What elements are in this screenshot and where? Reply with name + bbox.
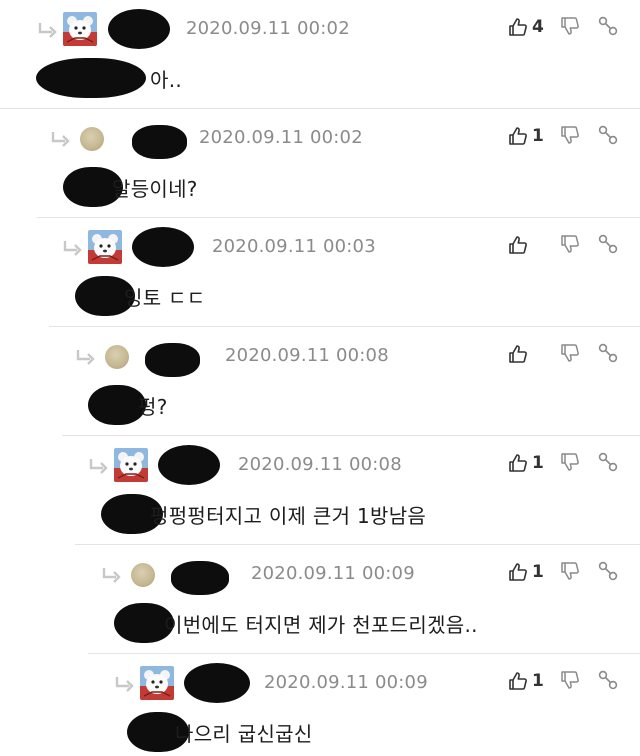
reply-arrow-icon (36, 22, 58, 40)
comment-actions: 1 (508, 123, 626, 153)
comment-timestamp: 2020.09.11 00:02 (199, 127, 363, 148)
share-link-icon[interactable] (597, 15, 619, 37)
comment-item: 2020.09.11 00:08 1 펑펑펑터지고 이제 큰거 1방남음 (0, 436, 640, 545)
reply-arrow-icon (87, 458, 109, 476)
like-button[interactable]: 1 (508, 668, 544, 694)
thumbs-up-icon (508, 17, 528, 37)
comment-text: 펑펑펑터지고 이제 큰거 1방남음 (150, 504, 427, 528)
like-button[interactable]: 1 (508, 559, 544, 585)
comment-thread: 2020.09.11 00:02 4 아.. 2020.09.11 00:02 … (0, 0, 640, 756)
comment-actions (508, 232, 626, 262)
comment-item: 2020.09.11 00:02 4 아.. (0, 0, 640, 109)
share-link-icon[interactable] (597, 233, 619, 255)
like-count: 1 (532, 453, 544, 473)
reply-arrow-icon (61, 240, 83, 258)
thumbs-down-icon[interactable] (560, 561, 580, 581)
like-button[interactable]: 1 (508, 450, 544, 476)
comment-timestamp: 2020.09.11 00:08 (238, 454, 402, 475)
bear-avatar-icon[interactable] (63, 12, 97, 46)
round-avatar-icon[interactable] (131, 563, 155, 587)
comment-text: 이번에도 터지면 제가 천포드리겠음.. (164, 613, 478, 637)
reply-arrow-icon (74, 349, 96, 367)
thumbs-down-icon[interactable] (560, 452, 580, 472)
comment-actions: 4 (508, 14, 626, 44)
comment-timestamp: 2020.09.11 00:08 (225, 345, 389, 366)
redacted-nickname (145, 343, 200, 377)
comment-timestamp: 2020.09.11 00:09 (264, 672, 428, 693)
redacted-nickname (132, 125, 187, 159)
redacted-mention (36, 58, 146, 98)
like-count: 4 (532, 17, 544, 37)
comment-timestamp: 2020.09.11 00:03 (212, 236, 376, 257)
share-link-icon[interactable] (597, 451, 619, 473)
comment-text: 아.. (150, 68, 183, 92)
thumbs-down-icon[interactable] (560, 125, 580, 145)
comment-item: 2020.09.11 00:08 펑? (0, 327, 640, 436)
bear-avatar-icon[interactable] (140, 666, 174, 700)
comment-item: 2020.09.11 00:09 1 나으리 굽신굽신 (0, 654, 640, 756)
like-button[interactable]: 4 (508, 14, 544, 40)
redacted-nickname (158, 445, 220, 485)
comment-timestamp: 2020.09.11 00:09 (251, 563, 415, 584)
reply-arrow-icon (113, 676, 135, 694)
reply-arrow-icon (49, 131, 71, 149)
comment-text: 알등이네? (112, 177, 198, 201)
comment-actions: 1 (508, 450, 626, 480)
share-link-icon[interactable] (597, 560, 619, 582)
thumbs-up-icon (508, 453, 528, 473)
thumbs-down-icon[interactable] (560, 343, 580, 363)
thumbs-down-icon[interactable] (560, 670, 580, 690)
round-avatar-icon[interactable] (105, 345, 129, 369)
redacted-nickname (132, 227, 194, 267)
like-count: 1 (532, 562, 544, 582)
like-count: 1 (532, 671, 544, 691)
thumbs-up-icon (508, 671, 528, 691)
comment-item: 2020.09.11 00:03 잉토 ㄷㄷ (0, 218, 640, 327)
comment-text: 펑? (138, 395, 168, 419)
comment-timestamp: 2020.09.11 00:02 (186, 18, 350, 39)
like-count: 1 (532, 126, 544, 146)
comment-text: 나으리 굽신굽신 (175, 722, 313, 746)
comment-actions: 1 (508, 559, 626, 589)
comment-text: 잉토 ㄷㄷ (124, 286, 206, 310)
thumbs-down-icon[interactable] (560, 16, 580, 36)
comment-actions (508, 341, 626, 371)
bear-avatar-icon[interactable] (114, 448, 148, 482)
like-button[interactable]: 1 (508, 123, 544, 149)
reply-arrow-icon (100, 567, 122, 585)
thumbs-down-icon[interactable] (560, 234, 580, 254)
share-link-icon[interactable] (597, 342, 619, 364)
thumbs-up-icon (508, 562, 528, 582)
redacted-nickname (184, 663, 250, 703)
share-link-icon[interactable] (597, 669, 619, 691)
thumbs-up-icon (508, 235, 528, 255)
redacted-nickname (171, 561, 229, 595)
comment-item: 2020.09.11 00:02 1 알등이네? (0, 109, 640, 218)
like-button[interactable] (508, 232, 532, 258)
comment-item: 2020.09.11 00:09 1 이번에도 터지면 제가 천포드리겠음.. (0, 545, 640, 654)
thumbs-up-icon (508, 126, 528, 146)
share-link-icon[interactable] (597, 124, 619, 146)
comment-actions: 1 (508, 668, 626, 698)
round-avatar-icon[interactable] (80, 127, 104, 151)
thumbs-up-icon (508, 344, 528, 364)
redacted-nickname (108, 9, 170, 49)
like-button[interactable] (508, 341, 532, 367)
bear-avatar-icon[interactable] (88, 230, 122, 264)
